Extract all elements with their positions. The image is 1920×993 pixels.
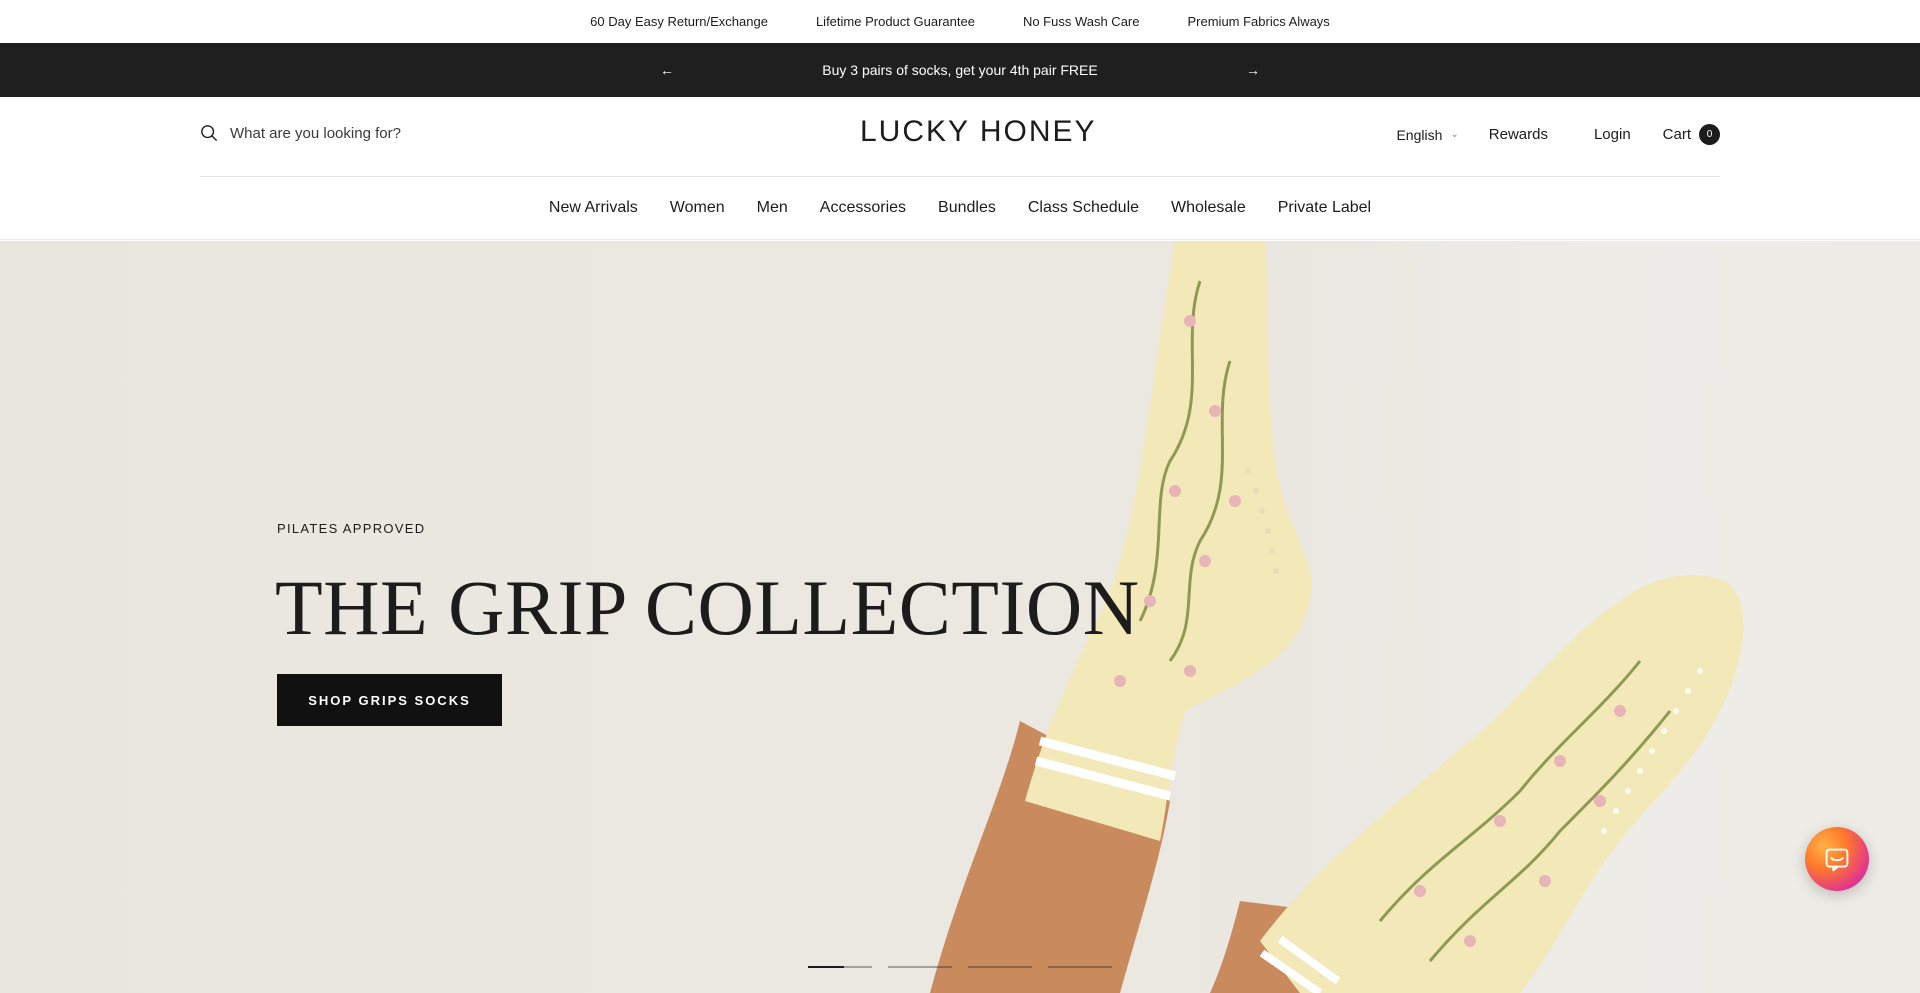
- language-selector[interactable]: English ⌄: [1396, 127, 1458, 143]
- announcement-text[interactable]: Buy 3 pairs of socks, get your 4th pair …: [822, 62, 1097, 78]
- usp-bar: 60 Day Easy Return/Exchange Lifetime Pro…: [0, 0, 1920, 43]
- slide-indicator-4[interactable]: [1048, 966, 1112, 968]
- language-label: English: [1396, 126, 1443, 143]
- cart-label: Cart: [1662, 126, 1691, 143]
- site-logo[interactable]: LUCKY HONEY: [860, 115, 1097, 149]
- nav-item-class-schedule[interactable]: Class Schedule: [1028, 199, 1139, 217]
- usp-item: No Fuss Wash Care: [1022, 14, 1140, 29]
- slide-indicator-1[interactable]: [808, 966, 872, 968]
- chat-icon: [1825, 848, 1849, 872]
- search-input[interactable]: What are you looking for?: [200, 124, 401, 142]
- announcement-bar: ← Buy 3 pairs of socks, get your 4th pai…: [0, 43, 1920, 97]
- sock-right: [1260, 575, 1744, 993]
- rewards-link[interactable]: Rewards: [1489, 126, 1548, 143]
- chevron-down-icon: ⌄: [1450, 129, 1459, 140]
- header-actions: English ⌄ Rewards Login Cart 0: [1396, 124, 1720, 145]
- search-placeholder: What are you looking for?: [230, 124, 401, 142]
- login-link[interactable]: Login: [1594, 126, 1631, 143]
- shop-grips-socks-button[interactable]: SHOP GRIPS SOCKS: [277, 674, 502, 726]
- hero-headline: THE GRIP COLLECTION: [275, 564, 1140, 651]
- search-icon: [201, 125, 218, 142]
- usp-item: Lifetime Product Guarantee: [815, 14, 975, 29]
- slide-indicator-2[interactable]: [888, 966, 952, 968]
- slide-indicator-3[interactable]: [968, 966, 1032, 968]
- main-nav: New Arrivals Women Men Accessories Bundl…: [0, 177, 1920, 240]
- site-header: What are you looking for? LUCKY HONEY En…: [200, 97, 1720, 177]
- nav-item-wholesale[interactable]: Wholesale: [1171, 199, 1246, 217]
- cart-count-badge: 0: [1699, 124, 1720, 145]
- slideshow-pagination: [808, 966, 1112, 968]
- usp-item: 60 Day Easy Return/Exchange: [590, 14, 768, 29]
- hero-kicker: PILATES APPROVED: [277, 521, 426, 536]
- nav-item-private-label[interactable]: Private Label: [1278, 199, 1371, 217]
- chat-widget-button[interactable]: [1805, 827, 1869, 891]
- nav-item-accessories[interactable]: Accessories: [820, 199, 906, 217]
- arrow-right-icon[interactable]: →: [1242, 62, 1264, 78]
- nav-item-bundles[interactable]: Bundles: [938, 199, 996, 217]
- hero-banner: PILATES APPROVED THE GRIP COLLECTION SHO…: [0, 241, 1920, 993]
- nav-item-women[interactable]: Women: [670, 199, 725, 217]
- nav-item-new-arrivals[interactable]: New Arrivals: [549, 199, 638, 217]
- arrow-left-icon[interactable]: ←: [656, 62, 678, 78]
- usp-item: Premium Fabrics Always: [1187, 14, 1330, 29]
- cart-button[interactable]: Cart 0: [1663, 124, 1720, 145]
- nav-item-men[interactable]: Men: [757, 199, 788, 217]
